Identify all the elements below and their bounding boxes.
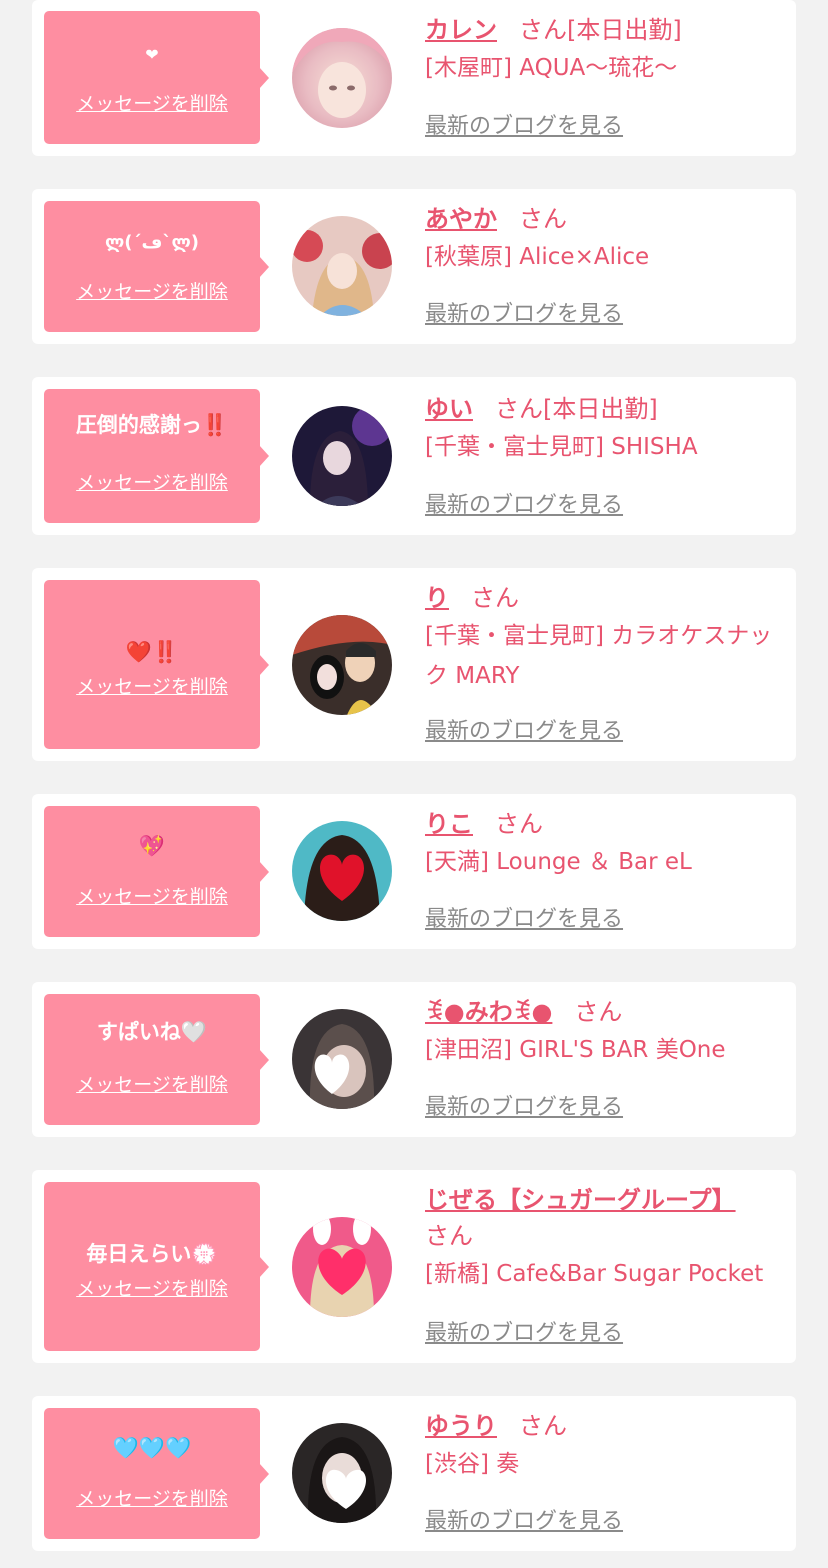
blog-link[interactable]: 最新のブログを見る (425, 1503, 623, 1535)
shop-label: [千葉・富士見町] カラオケスナック MARY (425, 623, 773, 689)
attendance-status: [本日出勤] (567, 16, 682, 44)
shop-label: [千葉・富士見町] SHISHA (425, 434, 698, 460)
message-text: ❤ (145, 45, 159, 64)
blog-link[interactable]: 最新のブログを見る (425, 1089, 623, 1121)
shop-label: [秋葉原] Alice×Alice (425, 244, 650, 270)
avatar[interactable] (292, 1217, 392, 1317)
blog-link[interactable]: 最新のブログを見る (425, 1315, 623, 1347)
cast-name-link[interactable]: ゆい (425, 395, 473, 423)
message-bubble: ❤ メッセージを削除 (44, 11, 269, 144)
honorific-label: さん (495, 810, 543, 838)
message-bubble: ❤️‼️ メッセージを削除 (44, 580, 269, 749)
cast-name-link[interactable]: じぜる【シュガーグループ】 (425, 1186, 736, 1214)
cast-name-link[interactable]: ゆうり (425, 1412, 497, 1440)
shop-label: [渋谷] 奏 (425, 1451, 520, 1477)
delete-message-link[interactable]: メッセージを削除 (44, 1277, 260, 1301)
honorific-label: さん (519, 1412, 567, 1440)
blog-link[interactable]: 最新のブログを見る (425, 108, 623, 140)
shop-label: [天満] Lounge ＆ Bar eL (425, 849, 692, 875)
message-text: ლ(´ڡ`ლ) (104, 232, 200, 253)
delete-message-link[interactable]: メッセージを削除 (44, 1487, 260, 1511)
avatar[interactable] (292, 28, 392, 128)
attendance-status: [本日出勤] (543, 395, 658, 423)
message-text: ❤️‼️ (125, 640, 179, 664)
cast-name-link[interactable]: カレン (425, 16, 497, 44)
delete-message-link[interactable]: メッセージを削除 (44, 471, 260, 495)
message-text: すぱいね🤍 (96, 1020, 208, 1044)
message-text: 毎日えらい💮 (86, 1242, 218, 1266)
cast-name-link[interactable]: り (425, 584, 449, 612)
avatar[interactable] (292, 406, 392, 506)
blog-link[interactable]: 最新のブログを見る (425, 296, 623, 328)
message-bubble: 圧倒的感謝っ‼️ メッセージを削除 (44, 389, 269, 523)
cast-name-link[interactable]: ꉂ●みわꉂ● (425, 998, 552, 1026)
honorific-label: さん (519, 205, 567, 233)
delete-message-link[interactable]: メッセージを削除 (44, 92, 260, 116)
avatar[interactable] (292, 615, 392, 715)
shop-label: [新橋] Cafe&Bar Sugar Pocket (425, 1261, 764, 1287)
honorific-label: さん (519, 16, 567, 44)
message-card: ❤ メッセージを削除 カレン さん[本日出勤] [木屋町] AQUA〜琉花〜 最新… (32, 0, 796, 156)
message-card: 🩵🩵🩵 メッセージを削除 ゆうり さん [渋谷] 奏 最新のブログを見る (32, 1396, 796, 1551)
avatar[interactable] (292, 1423, 392, 1523)
blog-link[interactable]: 最新のブログを見る (425, 713, 623, 745)
message-text: 🩵🩵🩵 (112, 1436, 192, 1460)
message-bubble: 🩵🩵🩵 メッセージを削除 (44, 1408, 269, 1539)
honorific-label: さん (425, 1222, 473, 1250)
delete-message-link[interactable]: メッセージを削除 (44, 280, 260, 304)
honorific-label: さん (471, 584, 519, 612)
message-card: 毎日えらい💮 メッセージを削除 じぜる【シュガーグループ】 さん [新橋] Caf… (32, 1170, 796, 1363)
message-card: すぱいね🤍 メッセージを削除 ꉂ●みわꉂ● さん [津田沼] GIRL'S BAR… (32, 982, 796, 1137)
shop-label: [木屋町] AQUA〜琉花〜 (425, 55, 678, 81)
delete-message-link[interactable]: メッセージを削除 (44, 1073, 260, 1097)
cast-name-link[interactable]: りこ (425, 810, 473, 838)
avatar[interactable] (292, 821, 392, 921)
message-bubble: ლ(´ڡ`ლ) メッセージを削除 (44, 201, 269, 332)
message-card: ლ(´ڡ`ლ) メッセージを削除 あやか さん [秋葉原] Alice×Alice… (32, 189, 796, 344)
blog-link[interactable]: 最新のブログを見る (425, 487, 623, 519)
message-bubble: すぱいね🤍 メッセージを削除 (44, 994, 269, 1125)
avatar[interactable] (292, 1009, 392, 1109)
message-card: 圧倒的感謝っ‼️ メッセージを削除 ゆい さん[本日出勤] [千葉・富士見町] S… (32, 377, 796, 535)
cast-name-link[interactable]: あやか (425, 205, 497, 233)
avatar[interactable] (292, 216, 392, 316)
message-card: ❤️‼️ メッセージを削除 りさん [千葉・富士見町] カラオケスナック MAR… (32, 568, 796, 761)
message-bubble: 毎日えらい💮 メッセージを削除 (44, 1182, 269, 1351)
message-text: 圧倒的感謝っ‼️ (75, 413, 229, 437)
message-text: 💖 (138, 834, 166, 858)
blog-link[interactable]: 最新のブログを見る (425, 901, 623, 933)
honorific-label: さん (495, 395, 543, 423)
delete-message-link[interactable]: メッセージを削除 (44, 675, 260, 699)
shop-label: [津田沼] GIRL'S BAR 美One (425, 1037, 726, 1063)
message-bubble: 💖 メッセージを削除 (44, 806, 269, 937)
delete-message-link[interactable]: メッセージを削除 (44, 885, 260, 909)
message-card: 💖 メッセージを削除 りこ さん [天満] Lounge ＆ Bar eL 最新の… (32, 794, 796, 949)
honorific-label: さん (574, 998, 623, 1026)
